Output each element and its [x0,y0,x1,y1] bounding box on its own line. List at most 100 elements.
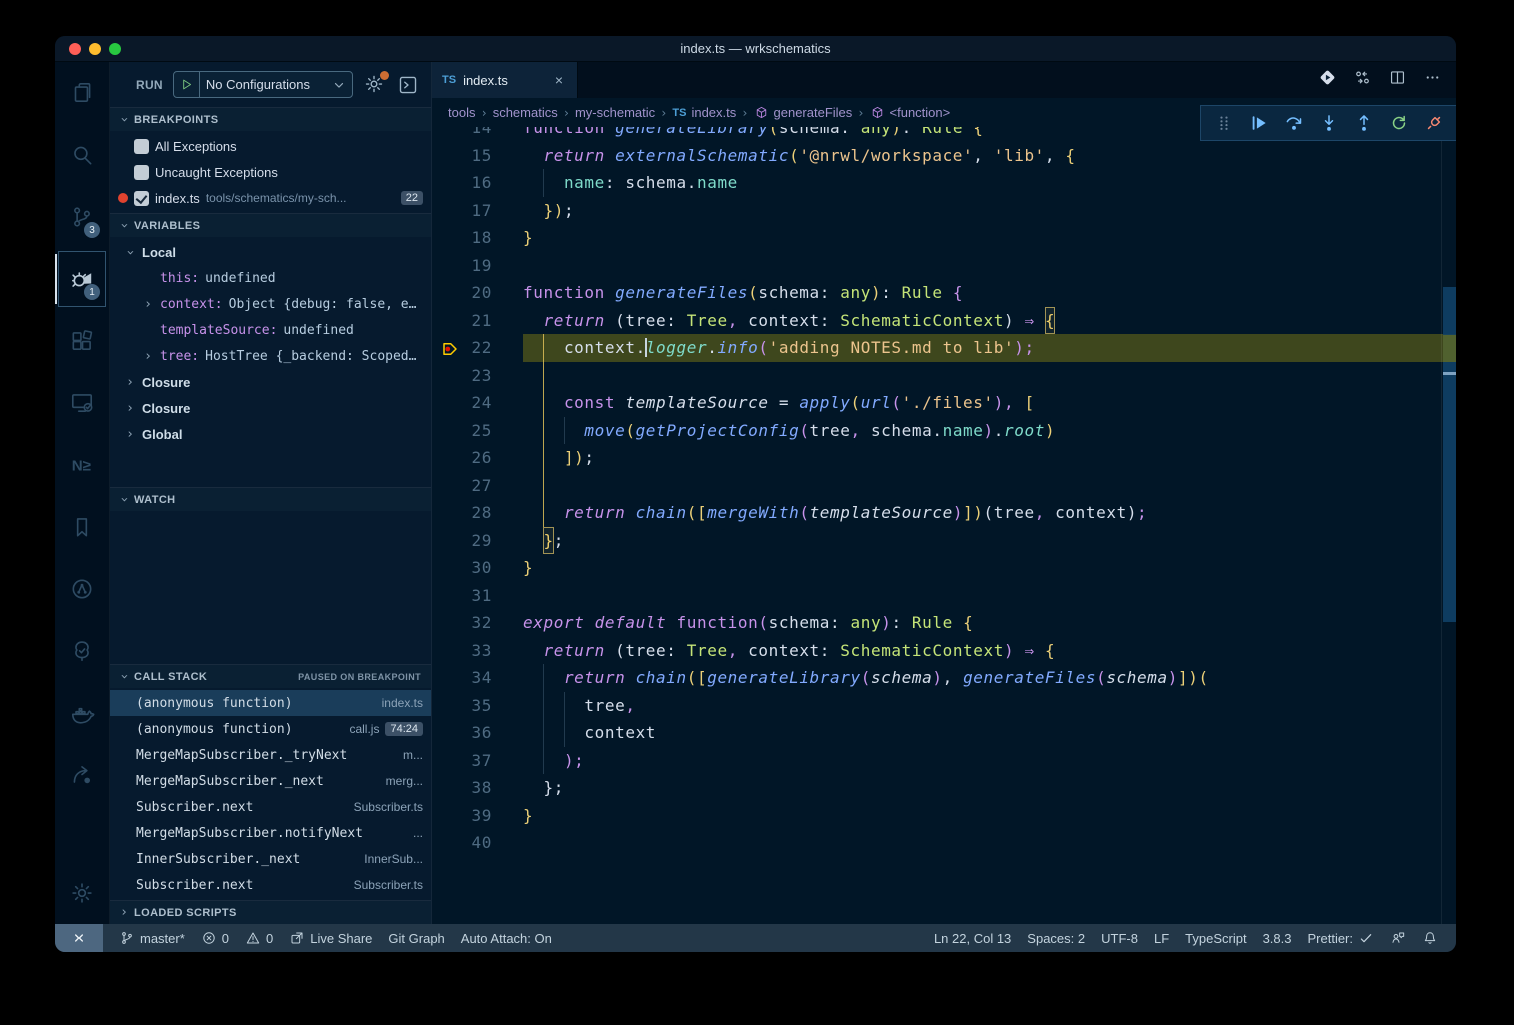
activity-item-nx-console[interactable]: N≥ [55,434,109,496]
gutter[interactable]: 38 [432,774,523,802]
activity-item-test-explorer[interactable] [55,620,109,682]
breakpoint-checkbox[interactable] [134,191,149,206]
variable-row[interactable]: ›tree: HostTree {_backend: ScopedH… [110,343,431,369]
more-actions-button[interactable] [1423,68,1442,92]
activity-item-run-debug[interactable]: 1 [55,248,109,310]
breadcrumb-item[interactable]: generateFiles [754,105,853,120]
gutter[interactable]: 28 [432,499,523,527]
activity-item-search[interactable] [55,124,109,186]
debug-console-button[interactable] [397,74,419,96]
status-item-error-circle[interactable]: 0 [193,924,237,952]
gutter[interactable]: 16 [432,169,523,197]
status-item-live-share-status[interactable]: Live Share [281,924,380,952]
variable-scope-row[interactable]: ›Global [110,421,431,447]
status-item-git-branch[interactable]: master* [111,924,193,952]
variable-row[interactable]: ›context: Object {debug: false, en… [110,291,431,317]
gutter[interactable]: 19 [432,252,523,280]
status-item-lf[interactable]: LF [1146,924,1177,952]
call-stack-frame[interactable]: Subscriber.nextSubscriber.ts [110,872,431,898]
gutter[interactable]: 22 [432,334,523,362]
activity-item-settings-gear[interactable] [55,862,109,924]
variable-scope-row[interactable]: ›Closure [110,369,431,395]
launch-configuration-dropdown[interactable]: No Configurations [173,71,353,98]
gutter[interactable]: 18 [432,224,523,252]
status-item-utf-8[interactable]: UTF-8 [1093,924,1146,952]
breadcrumb-item[interactable]: my-schematic [575,105,655,120]
gutter[interactable]: 36 [432,719,523,747]
gutter[interactable]: 27 [432,472,523,500]
activity-item-docker[interactable] [55,682,109,744]
minimize-window-button[interactable] [89,43,101,55]
gutter[interactable]: 17 [432,197,523,225]
activity-item-source-control[interactable]: 3 [55,186,109,248]
gutter[interactable]: 40 [432,829,523,857]
status-item-remote-indicator[interactable] [55,924,103,952]
gutter[interactable]: 30 [432,554,523,582]
step-into-button[interactable] [1317,111,1341,135]
tab-index-ts[interactable]: TS index.ts × [432,62,578,98]
status-item-git-graph[interactable]: Git Graph [380,924,452,952]
activity-item-extensions[interactable] [55,310,109,372]
loaded-scripts-header[interactable]: › LOADED SCRIPTS [110,901,431,924]
restart-button[interactable] [1387,111,1411,135]
call-stack-frame[interactable]: MergeMapSubscriber._nextmerg... [110,768,431,794]
drag-handle-button[interactable] [1212,111,1236,135]
activity-item-live-share[interactable] [55,744,109,806]
maximize-window-button[interactable] [109,43,121,55]
watch-header[interactable]: › WATCH [110,488,431,511]
variable-scope-row[interactable]: ›Local [110,239,431,265]
gutter[interactable]: 15 [432,142,523,170]
step-out-button[interactable] [1352,111,1376,135]
call-stack-frame[interactable]: (anonymous function)index.ts [110,690,431,716]
gutter[interactable]: 20 [432,279,523,307]
call-stack-frame[interactable]: InnerSubscriber._nextInnerSub... [110,846,431,872]
gutter[interactable]: 37 [432,747,523,775]
close-window-button[interactable] [69,43,81,55]
open-changes-button[interactable] [1318,68,1337,92]
breakpoint-row[interactable]: All Exceptions [110,133,431,159]
call-stack-frame[interactable]: MergeMapSubscriber._tryNextm... [110,742,431,768]
activity-item-bookmarks[interactable] [55,496,109,558]
gutter[interactable]: 29 [432,527,523,555]
status-item-spaces-2[interactable]: Spaces: 2 [1019,924,1093,952]
split-editor-button[interactable] [1388,68,1407,92]
status-item-warning-triangle[interactable]: 0 [237,924,281,952]
call-stack-frame[interactable]: MergeMapSubscriber.notifyNext... [110,820,431,846]
gutter[interactable]: 31 [432,582,523,610]
breadcrumb-item[interactable]: <function> [870,105,951,120]
breakpoint-row[interactable]: index.tstools/schematics/my-sch...22 [110,185,431,211]
breadcrumb-item[interactable]: schematics [493,105,558,120]
gutter[interactable]: 39 [432,802,523,830]
start-debugging-button[interactable] [174,72,200,97]
breadcrumb-item[interactable]: TSindex.ts [672,105,736,120]
continue-button[interactable] [1247,111,1271,135]
gutter[interactable]: 24 [432,389,523,417]
breakpoint-row[interactable]: Uncaught Exceptions [110,159,431,185]
status-item-auto-attach-on[interactable]: Auto Attach: On [453,924,560,952]
gutter[interactable]: 34 [432,664,523,692]
overview-ruler[interactable] [1441,127,1456,924]
status-item-typescript[interactable]: TypeScript [1177,924,1254,952]
breadcrumb-item[interactable]: tools [448,105,475,120]
variable-row[interactable]: this: undefined [110,265,431,291]
gutter[interactable]: 25 [432,417,523,445]
call-stack-frame[interactable]: (anonymous function)call.js74:24 [110,716,431,742]
gutter[interactable]: 35 [432,692,523,720]
variables-header[interactable]: › VARIABLES [110,214,431,237]
gutter[interactable]: 32 [432,609,523,637]
gutter[interactable]: 33 [432,637,523,665]
activity-item-files[interactable] [55,62,109,124]
status-item-ln-22-col-13[interactable]: Ln 22, Col 13 [926,924,1019,952]
status-item-check[interactable]: Prettier: [1299,924,1382,952]
call-stack-header[interactable]: › CALL STACK PAUSED ON BREAKPOINT [110,665,431,688]
call-stack-frame[interactable]: Subscriber.nextSubscriber.ts [110,794,431,820]
gutter[interactable]: 21 [432,307,523,335]
breakpoints-header[interactable]: › BREAKPOINTS [110,108,431,131]
gutter[interactable]: 23 [432,362,523,390]
step-over-button[interactable] [1282,111,1306,135]
breakpoint-checkbox[interactable] [134,165,149,180]
status-item-feedback[interactable] [1382,924,1414,952]
activity-item-git-history[interactable] [55,558,109,620]
gutter[interactable]: 14 [432,127,523,142]
breakpoint-checkbox[interactable] [134,139,149,154]
